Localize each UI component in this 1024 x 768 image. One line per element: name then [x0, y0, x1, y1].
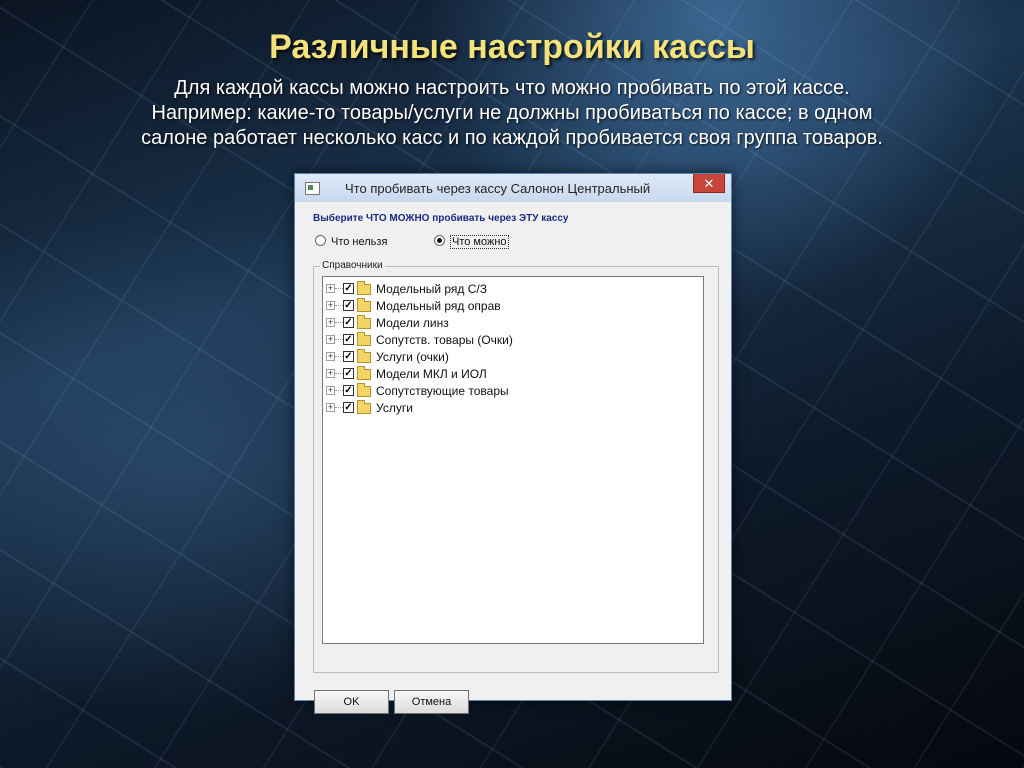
dialog-prompt: Выберите ЧТО МОЖНО пробивать через ЭТУ к… [313, 213, 569, 224]
radio-can[interactable]: Что можно [434, 235, 509, 249]
folder-icon [357, 400, 371, 414]
radio-cannot[interactable]: Что нельзя [315, 235, 387, 248]
tree-item-label: Модельный ряд С/З [376, 282, 487, 296]
folder-icon [357, 298, 371, 312]
expand-plus-icon[interactable]: + [326, 301, 335, 310]
folder-icon [357, 349, 371, 363]
slide-line-2: Например: какие-то товары/услуги не долж… [151, 102, 873, 124]
checkbox-checked-icon[interactable]: ✓ [343, 283, 354, 294]
checkbox-checked-icon[interactable]: ✓ [343, 300, 354, 311]
tree-item-label: Сопутствующие товары [376, 384, 509, 398]
tree-connector [335, 288, 343, 289]
group-label: Справочники [320, 260, 385, 271]
tree-connector [335, 356, 343, 357]
folder-icon [357, 315, 371, 329]
expand-plus-icon[interactable]: + [326, 369, 335, 378]
radio-can-indicator[interactable] [434, 235, 445, 246]
folder-icon [357, 383, 371, 397]
expand-plus-icon[interactable]: + [326, 403, 335, 412]
expand-plus-icon[interactable]: + [326, 386, 335, 395]
dialog-titlebar[interactable]: Что пробивать через кассу Салонон Центра… [295, 174, 731, 202]
tree-connector [335, 373, 343, 374]
tree-connector [335, 339, 343, 340]
radio-cannot-indicator[interactable] [315, 235, 326, 246]
expand-plus-icon[interactable]: + [326, 318, 335, 327]
checkbox-checked-icon[interactable]: ✓ [343, 385, 354, 396]
tree-connector [335, 407, 343, 408]
folder-icon [357, 332, 371, 346]
slide-line-1: Для каждой кассы можно настроить что мож… [174, 77, 850, 99]
tree-item-label: Модельный ряд оправ [376, 299, 501, 313]
checkbox-checked-icon[interactable]: ✓ [343, 402, 354, 413]
tree-item-label: Услуги [376, 401, 413, 415]
tree-connector [335, 305, 343, 306]
close-button[interactable]: ✕ [693, 174, 725, 193]
slide-line-3: салоне работает несколько касс и по кажд… [141, 127, 883, 149]
expand-plus-icon[interactable]: + [326, 335, 335, 344]
tree-item-label: Модели линз [376, 316, 449, 330]
expand-plus-icon[interactable]: + [326, 284, 335, 293]
cancel-button[interactable]: Отмена [394, 690, 469, 714]
dialog-title: Что пробивать через кассу Салонон Центра… [345, 181, 651, 196]
tree-connector [335, 390, 343, 391]
dialog-client: Выберите ЧТО МОЖНО пробивать через ЭТУ к… [302, 202, 724, 714]
tree-item-label: Сопутств. товары (Очки) [376, 333, 513, 347]
checkbox-checked-icon[interactable]: ✓ [343, 368, 354, 379]
folder-icon [357, 281, 371, 295]
tree-item-label: Модели МКЛ и ИОЛ [376, 367, 487, 381]
expand-plus-icon[interactable]: + [326, 352, 335, 361]
slide-description: Для каждой кассы можно настроить что мож… [60, 76, 964, 151]
slide-title: Различные настройки кассы [269, 28, 755, 66]
checkbox-checked-icon[interactable]: ✓ [343, 334, 354, 345]
tree-item-label: Услуги (очки) [376, 350, 449, 364]
checkbox-checked-icon[interactable]: ✓ [343, 317, 354, 328]
checkbox-checked-icon[interactable]: ✓ [343, 351, 354, 362]
settings-dialog: Что пробивать через кассу Салонон Центра… [294, 173, 732, 714]
folder-icon [357, 366, 371, 380]
radio-cannot-label: Что нельзя [331, 236, 388, 248]
directories-tree[interactable]: + ✓ Модельный ряд С/З + ✓ Модельный ряд … [322, 276, 704, 644]
radio-can-label: Что можно [450, 235, 509, 249]
tree-connector [335, 322, 343, 323]
app-icon [305, 182, 320, 195]
ok-button[interactable]: OK [314, 690, 389, 714]
